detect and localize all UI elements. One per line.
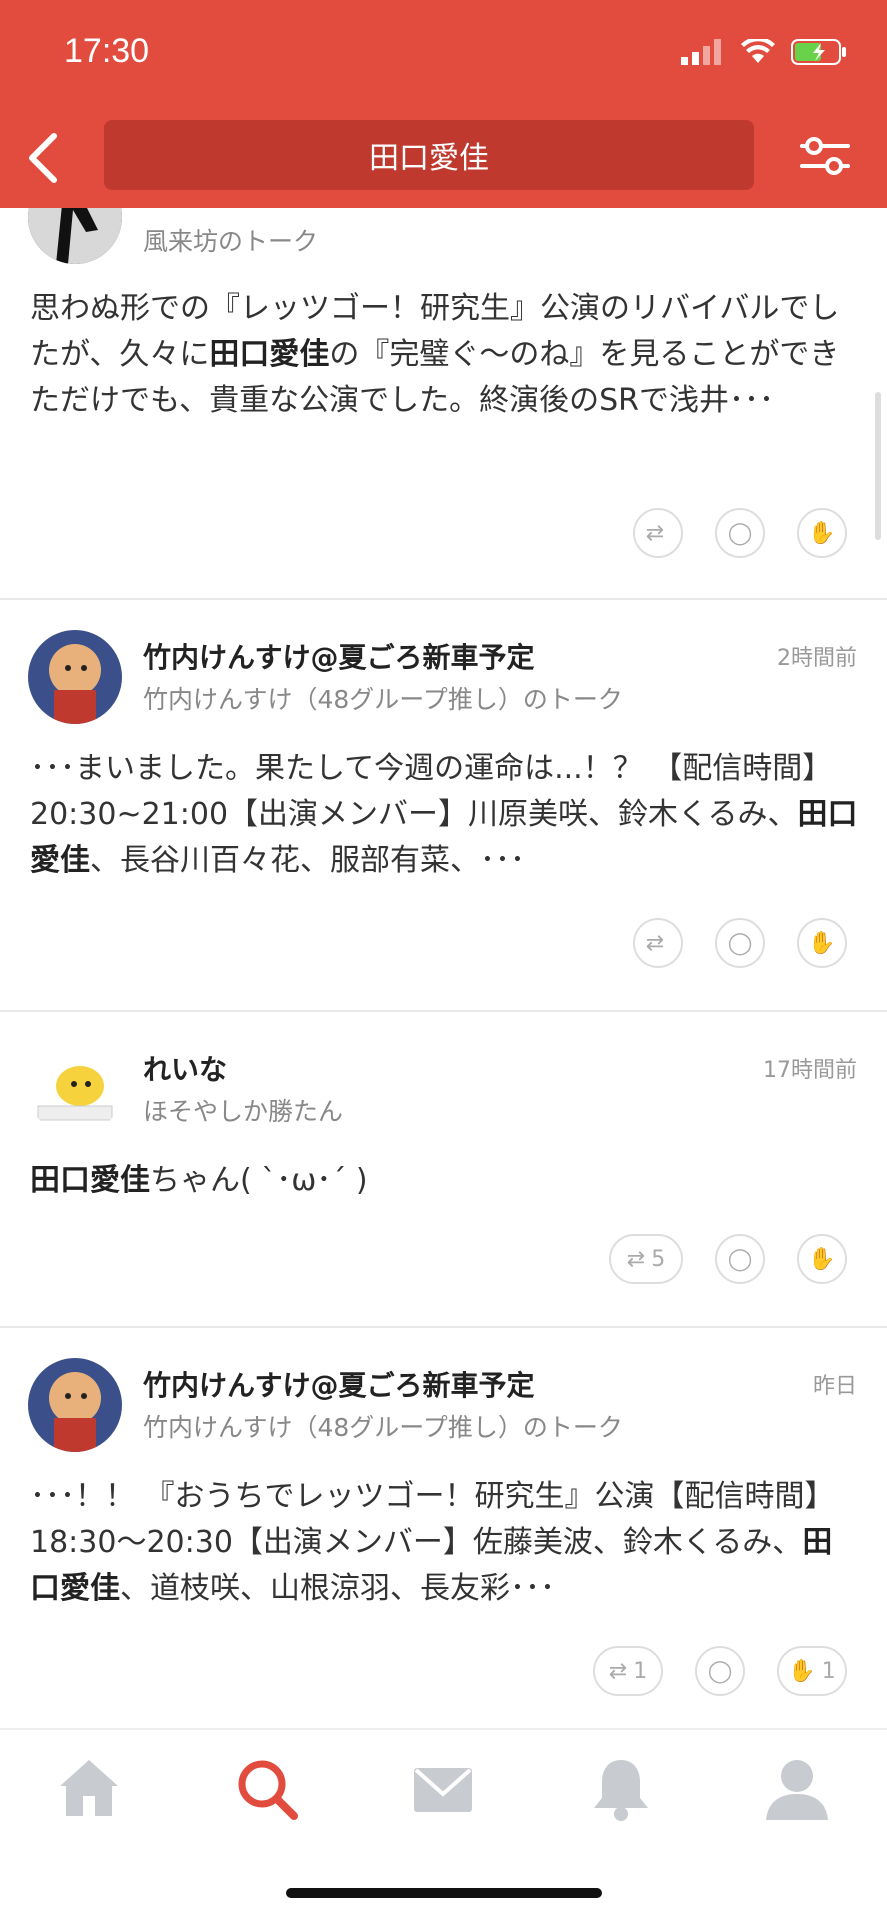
post-actions: ⇄ 5 ◯ ✋: [609, 1234, 847, 1284]
comment-button[interactable]: ◯: [715, 1234, 765, 1284]
post-time: 17時間前: [763, 1058, 857, 1083]
post-author[interactable]: 竹内けんすけ@夏ごろ新車予定: [143, 636, 534, 676]
post-author[interactable]: れいな: [143, 1048, 227, 1088]
post-talk-name[interactable]: ほそやしか勝たん: [143, 1092, 343, 1128]
comment-button[interactable]: ◯: [715, 508, 765, 558]
repost-icon: ⇄: [645, 520, 665, 546]
clap-button[interactable]: ✋: [797, 1234, 847, 1284]
home-icon[interactable]: [54, 1754, 124, 1824]
clap-count: 1: [821, 1658, 836, 1684]
repost-count: 5: [651, 1246, 666, 1272]
search-icon[interactable]: [232, 1754, 302, 1824]
clap-button[interactable]: ✋ 1: [777, 1646, 847, 1696]
app-header: 17:30 田口愛佳: [0, 0, 887, 208]
repost-button[interactable]: ⇄: [633, 918, 683, 968]
comment-icon: ◯: [727, 520, 753, 546]
post-actions: ⇄ ◯ ✋: [633, 918, 847, 968]
post-card[interactable]: 竹内けんすけ@夏ごろ新車予定 2時間前 竹内けんすけ（48グループ推し）のトーク…: [0, 600, 887, 1012]
repost-button[interactable]: ⇄: [633, 508, 683, 558]
post-actions: ⇄ ◯ ✋: [633, 508, 847, 558]
avatar[interactable]: [28, 1042, 122, 1136]
comment-button[interactable]: ◯: [715, 918, 765, 968]
avatar[interactable]: [28, 630, 122, 724]
repost-icon: ⇄: [608, 1658, 628, 1684]
repost-count: 1: [633, 1658, 648, 1684]
clap-button[interactable]: ✋: [797, 508, 847, 558]
post-author[interactable]: 竹内けんすけ@夏ごろ新車予定: [143, 1364, 534, 1404]
comment-button[interactable]: ◯: [695, 1646, 745, 1696]
post-body[interactable]: ･･･！！ 『おうちでレッツゴー！研究生』公演【配信時間】18:30〜20:30…: [30, 1474, 860, 1612]
repost-icon: ⇄: [645, 930, 665, 956]
repost-button[interactable]: ⇄ 1: [593, 1646, 663, 1696]
clap-icon: ✋: [788, 1658, 816, 1684]
wifi-icon: [741, 39, 775, 63]
post-time: 昨日: [812, 1374, 857, 1399]
battery-icon: [791, 39, 846, 65]
post-card[interactable]: 竹内けんすけ@夏ごろ新車予定 昨日 竹内けんすけ（48グループ推し）のトーク ･…: [0, 1328, 887, 1726]
status-time: 17:30: [64, 32, 150, 70]
status-icons: [681, 38, 847, 66]
clap-icon: ✋: [808, 520, 836, 546]
repost-icon: ⇄: [626, 1246, 646, 1272]
search-input[interactable]: 田口愛佳: [104, 120, 754, 190]
comment-icon: ◯: [727, 1246, 753, 1272]
post-time: 2時間前: [777, 646, 857, 671]
bell-icon[interactable]: [586, 1754, 656, 1824]
post-talk-name[interactable]: 風来坊のトーク: [143, 222, 318, 258]
avatar[interactable]: [28, 1358, 122, 1452]
home-indicator[interactable]: [286, 1888, 602, 1898]
comment-icon: ◯: [707, 1658, 733, 1684]
post-body[interactable]: 思わぬ形での『レッツゴー！研究生』公演のリバイバルでしたが、久々に田口愛佳の『完…: [30, 286, 860, 424]
post-body[interactable]: 田口愛佳ちゃん( ˋ･ω･ˊ ): [30, 1158, 860, 1204]
post-actions: ⇄ 1 ◯ ✋ 1: [593, 1646, 847, 1696]
clap-icon: ✋: [808, 1246, 836, 1272]
scrollbar[interactable]: [875, 392, 881, 540]
post-card[interactable]: 風来坊のトーク 思わぬ形での『レッツゴー！研究生』公演のリバイバルでしたが、久々…: [0, 150, 887, 600]
clap-button[interactable]: ✋: [797, 918, 847, 968]
repost-button[interactable]: ⇄ 5: [609, 1234, 683, 1284]
signal-icon: [681, 39, 721, 65]
post-body[interactable]: ･･･まいました。果たして今週の運命は...！？ 【配信時間】20:30~21:…: [30, 746, 860, 884]
filter-icon[interactable]: [800, 134, 850, 178]
post-talk-name[interactable]: 竹内けんすけ（48グループ推し）のトーク: [143, 1408, 623, 1444]
back-icon[interactable]: [24, 130, 64, 186]
mail-icon[interactable]: [408, 1754, 478, 1824]
clap-icon: ✋: [808, 930, 836, 956]
post-card[interactable]: れいな 17時間前 ほそやしか勝たん 田口愛佳ちゃん( ˋ･ω･ˊ ) ⇄ 5 ◯…: [0, 1012, 887, 1328]
comment-icon: ◯: [727, 930, 753, 956]
profile-icon[interactable]: [762, 1754, 832, 1824]
post-talk-name[interactable]: 竹内けんすけ（48グループ推し）のトーク: [143, 680, 623, 716]
